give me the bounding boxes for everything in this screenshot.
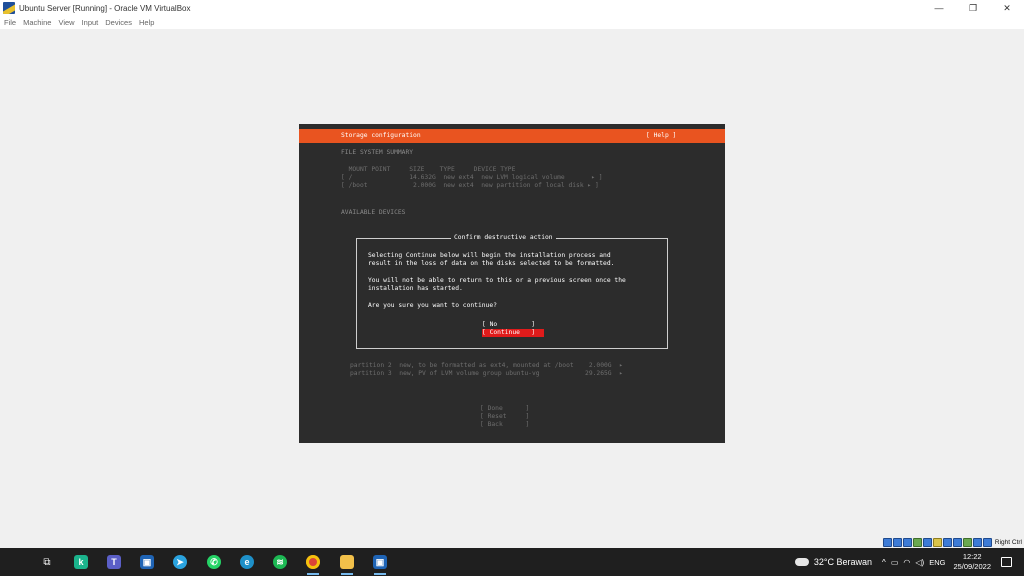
available-devices-title: AVAILABLE DEVICES — [341, 209, 406, 216]
menu-view[interactable]: View — [58, 18, 74, 27]
teams-icon[interactable]: T — [104, 552, 124, 572]
fs-row[interactable]: [ / 14.632G new ext4 new LVM logical vol… — [341, 174, 603, 182]
network-icon[interactable] — [912, 538, 922, 547]
close-button[interactable]: ✕ — [990, 0, 1024, 16]
whatsapp-icon[interactable]: ✆ — [204, 552, 224, 572]
fs-row[interactable]: [ /boot 2.000G new ext4 new partition of… — [341, 182, 599, 190]
installer-header-title: Storage configuration — [341, 132, 421, 139]
partition-row[interactable]: partition 2 new, to be formatted as ext4… — [350, 362, 623, 370]
wifi-icon[interactable]: ◠ — [903, 558, 910, 567]
menu-input[interactable]: Input — [82, 18, 99, 27]
recording-icon[interactable] — [952, 538, 962, 547]
edge-icon[interactable]: e — [237, 552, 257, 572]
installer-header: Storage configuration [ Help ] — [299, 129, 725, 143]
window-title: Ubuntu Server [Running] - Oracle VM Virt… — [19, 3, 191, 13]
host-key-label: Right Ctrl — [994, 539, 1022, 546]
audio-icon[interactable] — [902, 538, 912, 547]
weather-text: 32°C Berawan — [813, 557, 873, 567]
volume-icon[interactable]: ◁) — [915, 558, 924, 567]
window-controls: — ❐ ✕ — [922, 0, 1024, 16]
clock-time: 12:22 — [962, 552, 982, 561]
kite-icon[interactable]: k — [71, 552, 91, 572]
chrome-icon[interactable] — [303, 552, 323, 575]
no-button[interactable]: [ No ] — [482, 321, 544, 329]
menu-file[interactable]: File — [4, 18, 16, 27]
clock-date: 25/09/2022 — [953, 562, 991, 571]
dialog-text: result in the loss of data on the disks … — [368, 260, 615, 267]
file-explorer-icon[interactable] — [337, 552, 357, 575]
vm-status-bar: Right Ctrl — [882, 537, 1022, 548]
display-icon[interactable] — [942, 538, 952, 547]
menu-help[interactable]: Help — [139, 18, 154, 27]
installer-help-button[interactable]: [ Help ] — [646, 132, 676, 140]
clock[interactable]: 12:22 25/09/2022 — [953, 552, 991, 572]
language-indicator[interactable]: ENG — [929, 558, 945, 567]
chevron-up-icon[interactable]: ^ — [882, 558, 886, 567]
keyboard-icon[interactable] — [982, 538, 992, 547]
back-button[interactable]: [ Back ] — [480, 421, 529, 429]
dialog-title: Confirm destructive action — [451, 234, 556, 242]
weather-widget[interactable]: 32°C Berawan — [794, 557, 873, 567]
dialog-question: Are you sure you want to continue? — [368, 302, 497, 309]
vm-screen[interactable]: Storage configuration [ Help ] FILE SYST… — [299, 124, 725, 443]
usb-icon[interactable] — [922, 538, 932, 547]
cloud-icon — [794, 558, 809, 566]
telegram-icon[interactable]: ➤ — [170, 552, 190, 572]
battery-icon[interactable]: ▭ — [891, 558, 899, 567]
system-tray: 32°C Berawan ^ ▭ ◠ ◁) ENG 12:22 25/09/20… — [794, 548, 1024, 576]
continue-button[interactable]: [ Continue ] — [482, 329, 544, 337]
mouse-integration-icon[interactable] — [972, 538, 982, 547]
fs-summary-title: FILE SYSTEM SUMMARY — [341, 149, 414, 156]
notification-icon[interactable] — [1001, 557, 1012, 567]
dialog-text: Selecting Continue below will begin the … — [368, 252, 611, 259]
menu-bar: File Machine View Input Devices Help — [0, 16, 1024, 29]
windows-taskbar: ⧉ k T ▣ ➤ ✆ e ≋ ▣ 32°C Berawan ^ ▭ ◠ ◁) … — [0, 548, 1024, 576]
menu-devices[interactable]: Devices — [105, 18, 132, 27]
minimize-button[interactable]: — — [922, 0, 956, 16]
shared-folder-icon[interactable] — [932, 538, 942, 547]
reset-button[interactable]: [ Reset ] — [480, 413, 529, 421]
cpu-icon[interactable] — [962, 538, 972, 547]
restore-button[interactable]: ❐ — [956, 0, 990, 16]
menu-machine[interactable]: Machine — [23, 18, 51, 27]
hard-disk-icon[interactable] — [882, 538, 892, 547]
task-view-icon[interactable]: ⧉ — [37, 552, 57, 572]
fs-columns-header: MOUNT POINT SIZE TYPE DEVICE TYPE — [341, 166, 516, 173]
done-button[interactable]: [ Done ] — [480, 405, 529, 413]
virtualbox-active-icon[interactable]: ▣ — [370, 552, 390, 575]
virtualbox-app-icon — [3, 2, 15, 14]
dialog-text: You will not be able to return to this o… — [368, 277, 626, 284]
virtualbox-icon[interactable]: ▣ — [137, 552, 157, 572]
dialog-text: installation has started. — [368, 285, 463, 292]
partition-row[interactable]: partition 3 new, PV of LVM volume group … — [350, 370, 623, 378]
confirm-destructive-dialog: Confirm destructive action Selecting Con… — [356, 234, 668, 349]
window-titlebar: Ubuntu Server [Running] - Oracle VM Virt… — [0, 0, 1024, 16]
start-icon[interactable] — [7, 552, 27, 572]
spotify-icon[interactable]: ≋ — [270, 552, 290, 572]
optical-drive-icon[interactable] — [892, 538, 902, 547]
